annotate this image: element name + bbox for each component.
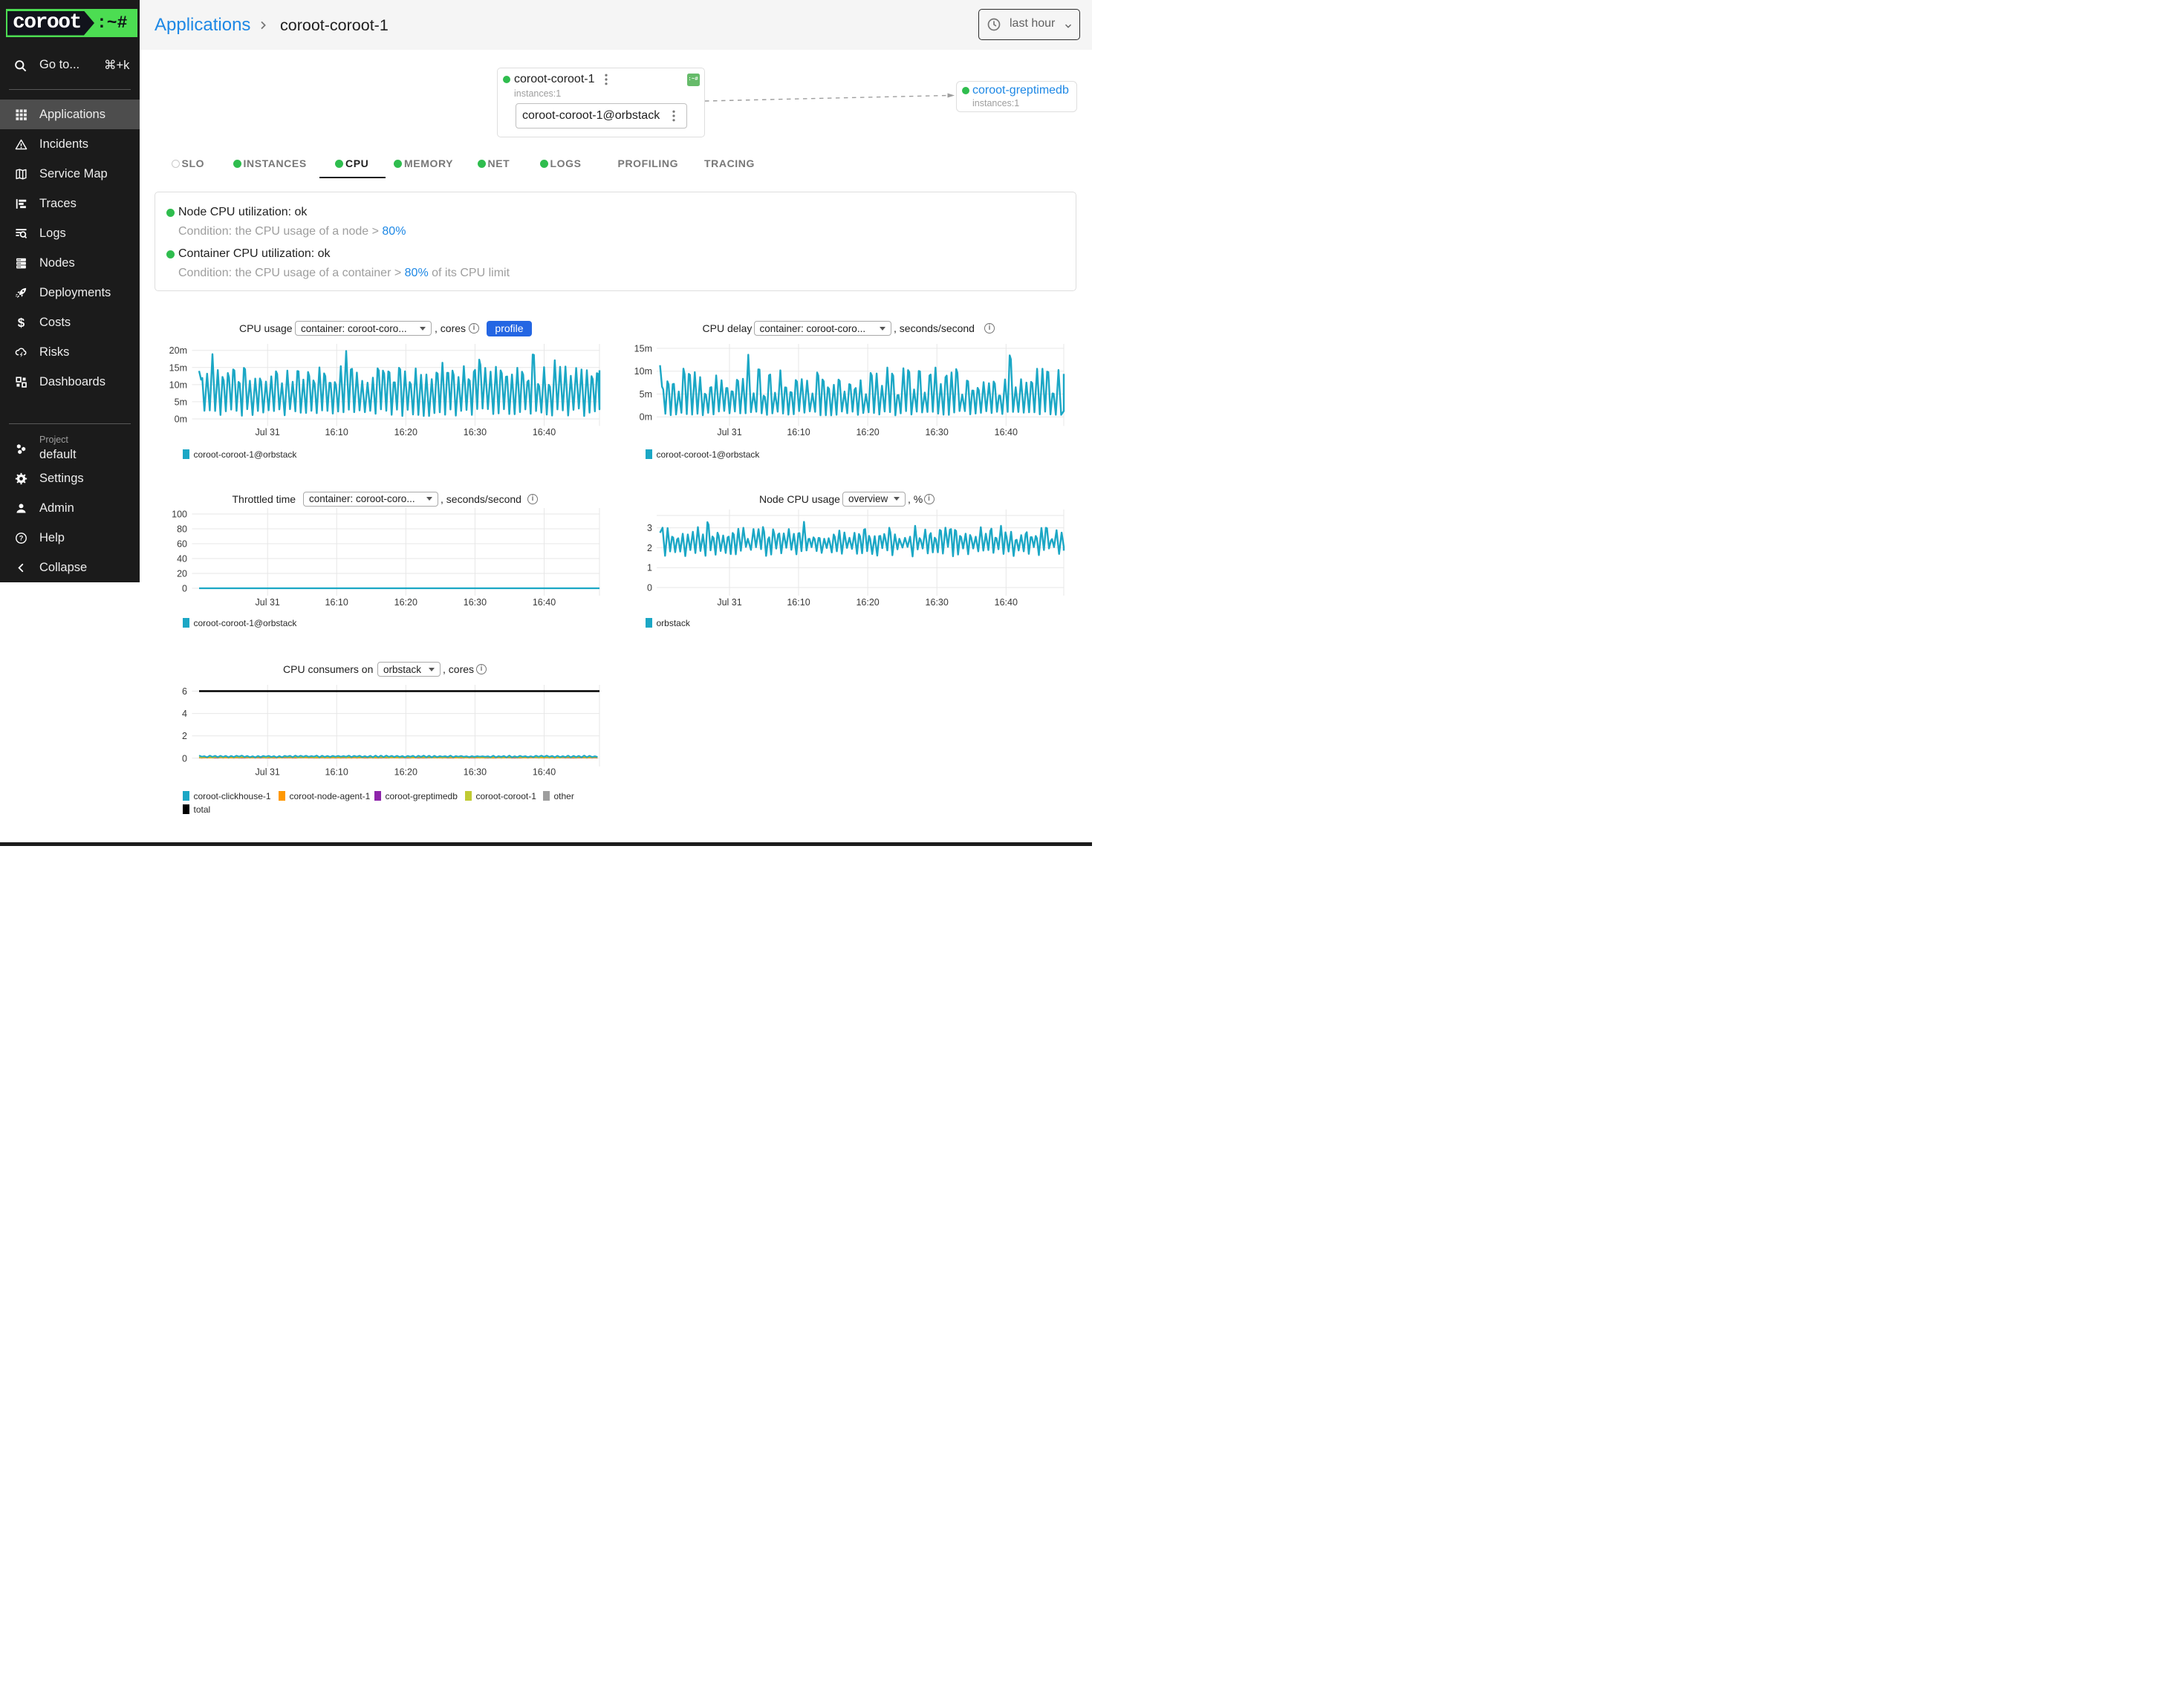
svg-text:16:30: 16:30 <box>926 427 949 437</box>
svg-text:5m: 5m <box>640 389 652 400</box>
svg-text:16:10: 16:10 <box>325 427 348 437</box>
svg-text:0: 0 <box>182 584 187 594</box>
svg-text:16:20: 16:20 <box>394 597 417 608</box>
svg-text:Jul 31: Jul 31 <box>256 597 280 608</box>
svg-text:0m: 0m <box>640 412 652 423</box>
svg-text:16:20: 16:20 <box>856 427 879 437</box>
svg-text:Jul 31: Jul 31 <box>256 427 280 437</box>
svg-text:16:40: 16:40 <box>995 597 1018 608</box>
svg-text:16:30: 16:30 <box>464 597 487 608</box>
svg-text:16:40: 16:40 <box>533 427 556 437</box>
svg-text:60: 60 <box>177 539 187 550</box>
svg-text:15m: 15m <box>634 344 652 354</box>
svg-text:6: 6 <box>182 686 187 697</box>
svg-text:40: 40 <box>177 554 187 564</box>
svg-text:20: 20 <box>177 569 187 579</box>
svg-text:16:40: 16:40 <box>533 597 556 608</box>
svg-text:2: 2 <box>182 731 187 741</box>
svg-text:2: 2 <box>647 543 652 553</box>
svg-text:16:10: 16:10 <box>325 597 348 608</box>
svg-text:3: 3 <box>647 523 652 533</box>
svg-text:0: 0 <box>647 583 652 593</box>
svg-text:16:10: 16:10 <box>787 427 810 437</box>
svg-text:10m: 10m <box>634 366 652 377</box>
svg-text:80: 80 <box>177 524 187 535</box>
svg-text:16:30: 16:30 <box>464 767 487 778</box>
svg-text:16:20: 16:20 <box>394 427 417 437</box>
svg-text:5m: 5m <box>175 397 187 407</box>
svg-text:16:30: 16:30 <box>926 597 949 608</box>
svg-text:16:20: 16:20 <box>394 767 417 778</box>
svg-text:Jul 31: Jul 31 <box>717 427 741 437</box>
svg-text:16:10: 16:10 <box>787 597 810 608</box>
svg-text:Jul 31: Jul 31 <box>256 767 280 778</box>
svg-text:16:10: 16:10 <box>325 767 348 778</box>
svg-text:10m: 10m <box>169 380 187 390</box>
svg-text:16:20: 16:20 <box>856 597 879 608</box>
svg-text:1: 1 <box>647 563 652 573</box>
svg-text:100: 100 <box>172 510 187 520</box>
svg-text:16:40: 16:40 <box>995 427 1018 437</box>
svg-text:4: 4 <box>182 709 187 719</box>
svg-text:0: 0 <box>182 753 187 764</box>
svg-text:16:40: 16:40 <box>533 767 556 778</box>
svg-text:0m: 0m <box>175 414 187 425</box>
svg-text:16:30: 16:30 <box>464 427 487 437</box>
svg-text:Jul 31: Jul 31 <box>717 597 741 608</box>
svg-text:15m: 15m <box>169 362 187 373</box>
svg-text:20m: 20m <box>169 345 187 356</box>
